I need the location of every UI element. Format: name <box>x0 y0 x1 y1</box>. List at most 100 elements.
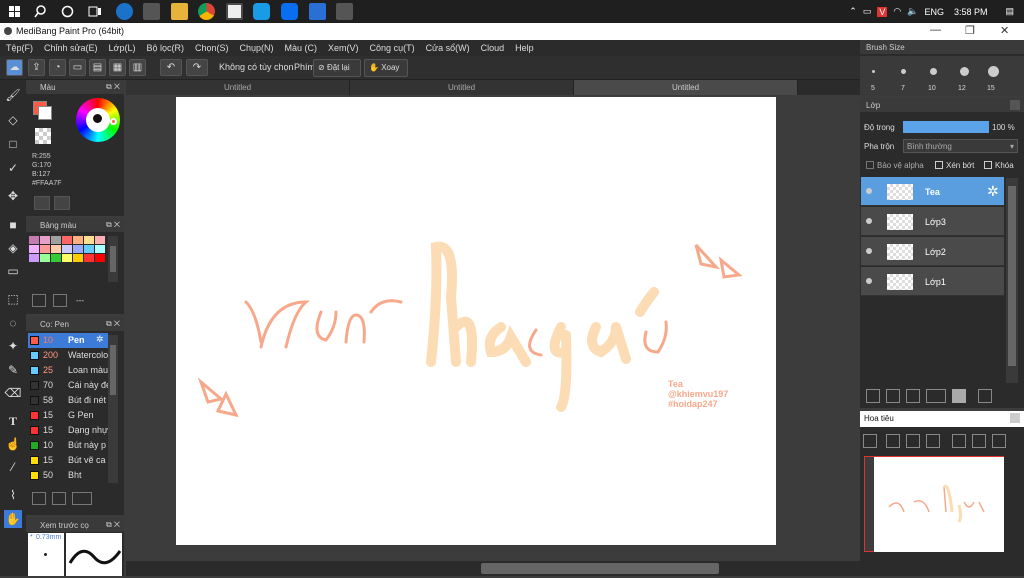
brush-item[interactable]: 15 Dạng nhựa <box>28 423 108 438</box>
new-layer-icon[interactable] <box>866 389 880 403</box>
hand-tool-icon[interactable]: ✋ <box>4 510 22 528</box>
redo-icon[interactable]: ↷ <box>186 59 208 76</box>
add-layer-menu-icon[interactable] <box>926 389 946 403</box>
palette-swatch[interactable] <box>29 236 39 244</box>
blend-select[interactable]: Bình thường ▾ <box>903 139 1018 153</box>
palette-swatch[interactable] <box>40 245 50 253</box>
palette-swatch[interactable] <box>40 254 50 262</box>
close-icon[interactable] <box>1010 413 1020 423</box>
zalo-icon[interactable] <box>281 3 298 20</box>
copy-brush-icon[interactable] <box>52 492 66 505</box>
vietkey-icon[interactable]: V <box>877 6 888 17</box>
battery-icon[interactable]: ▭ <box>863 6 872 17</box>
brush-item[interactable]: 15 G Pen <box>28 408 108 423</box>
layer-item[interactable]: Lớp2 <box>861 237 1004 266</box>
camera-icon[interactable] <box>336 3 353 20</box>
gradient-tool-icon[interactable]: ▭ <box>4 262 22 280</box>
magic-wand-icon[interactable]: ✦ <box>4 337 22 355</box>
brush-scrollbar[interactable] <box>108 335 118 483</box>
close-icon[interactable] <box>1010 100 1020 110</box>
brush-tool-icon[interactable]: 🖌 <box>4 86 22 104</box>
color-wheel[interactable] <box>76 98 120 142</box>
background-color[interactable] <box>38 106 52 120</box>
palette-swatch[interactable] <box>29 254 39 262</box>
rotate-button[interactable]: ✋ Xoay <box>364 59 408 77</box>
rotate-left-icon[interactable] <box>952 434 966 448</box>
language-indicator[interactable]: ENG <box>924 7 944 17</box>
tab-untitled-3[interactable]: Untitled <box>574 80 798 95</box>
zoom-icon[interactable] <box>863 434 877 448</box>
fill-rect-tool-icon[interactable]: ■ <box>4 216 22 234</box>
menu-filter[interactable]: Bộ lọc(R) <box>146 43 184 53</box>
windows-icon[interactable] <box>6 3 23 20</box>
select-pen-icon[interactable]: ✎ <box>4 361 22 379</box>
operation-tool-icon[interactable]: ☝ <box>4 435 22 453</box>
tab-untitled-2[interactable]: Untitled <box>350 80 574 95</box>
store-icon[interactable] <box>143 3 160 20</box>
medibang-icon[interactable] <box>226 3 243 20</box>
grid-icon[interactable]: ▦ <box>109 59 126 76</box>
tab-untitled-1[interactable]: Untitled <box>126 80 350 95</box>
lasso-tool-icon[interactable]: ◌ <box>4 314 22 332</box>
eye-icon[interactable] <box>866 248 872 254</box>
skype-icon[interactable] <box>253 3 270 20</box>
navigator-preview[interactable] <box>864 456 1004 552</box>
palette-settings-icon[interactable] <box>34 196 50 210</box>
brush-item[interactable]: 15 Bút vẽ ca <box>28 453 108 468</box>
palette-swatch[interactable] <box>95 236 105 244</box>
brush-item[interactable]: 58 Bút đi nét <box>28 393 108 408</box>
horizontal-scrollbar[interactable] <box>126 561 860 576</box>
clock[interactable]: 3:58 PM <box>954 7 988 17</box>
maximize-button[interactable]: ❐ <box>965 24 975 37</box>
comment-icon[interactable]: ◔ <box>49 59 66 76</box>
photos-icon[interactable] <box>309 3 326 20</box>
layer-scrollbar[interactable] <box>1006 178 1018 383</box>
menu-cloud[interactable]: Cloud <box>481 43 505 53</box>
menu-tools[interactable]: Công cụ(T) <box>370 43 415 53</box>
close-button[interactable]: ✕ <box>1000 24 1009 37</box>
size-12[interactable]: 12 <box>958 85 966 92</box>
palette-swatch[interactable] <box>51 245 61 253</box>
layer-item[interactable]: Tea ✲ <box>861 177 1004 206</box>
size-7[interactable]: 7 <box>901 85 905 92</box>
edge-icon[interactable] <box>116 3 133 20</box>
palette-swatch[interactable] <box>62 245 72 253</box>
layer-item[interactable]: Lớp1 <box>861 267 1004 296</box>
brush-item[interactable]: 50 Bht <box>28 468 108 483</box>
palette-swatch[interactable] <box>51 254 61 262</box>
explorer-icon[interactable] <box>171 3 188 20</box>
select-eraser-icon[interactable]: ⌫ <box>4 384 22 402</box>
layer-item[interactable]: Lớp3 <box>861 207 1004 236</box>
size-10[interactable]: 10 <box>928 85 936 92</box>
color-picker-icon[interactable] <box>54 196 70 210</box>
brush-item[interactable]: 10 Pen ✲ <box>28 333 108 348</box>
dropper-icon[interactable]: ⌇ <box>4 486 22 504</box>
close-icon[interactable]: ⧉ ✕ <box>106 520 120 530</box>
eye-icon[interactable] <box>866 278 872 284</box>
palette-swatch[interactable] <box>62 236 72 244</box>
drawing-canvas[interactable]: Tea @khiemvu197 #hoidap247 <box>176 97 776 545</box>
trash-icon[interactable] <box>53 294 67 307</box>
protect-alpha-checkbox[interactable] <box>866 161 874 169</box>
opacity-slider[interactable] <box>903 121 989 133</box>
close-icon[interactable]: ⧉ ✕ <box>106 319 120 329</box>
close-icon[interactable]: ⧉ ✕ <box>106 220 120 230</box>
chat-icon[interactable]: ▭ <box>69 59 86 76</box>
palette-swatch[interactable] <box>84 254 94 262</box>
palette-swatch[interactable] <box>73 236 83 244</box>
palette-swatch[interactable] <box>62 254 72 262</box>
palette-swatch[interactable] <box>51 236 61 244</box>
palette-swatch[interactable] <box>95 254 105 262</box>
rectangle-tool-icon[interactable]: □ <box>4 135 22 153</box>
palette-swatch[interactable] <box>84 245 94 253</box>
menu-file[interactable]: Tệp(F) <box>6 43 33 53</box>
palette-swatch[interactable] <box>84 236 94 244</box>
move-tool-icon[interactable]: ✥ <box>4 187 22 205</box>
search-icon[interactable] <box>32 3 49 20</box>
menu-view[interactable]: Xem(V) <box>328 43 359 53</box>
cortana-icon[interactable] <box>59 3 76 20</box>
brush-options-icon[interactable] <box>72 492 92 505</box>
text-tool-icon[interactable]: T <box>4 412 22 430</box>
merge-layer-icon[interactable] <box>906 389 920 403</box>
menu-help[interactable]: Help <box>515 43 534 53</box>
